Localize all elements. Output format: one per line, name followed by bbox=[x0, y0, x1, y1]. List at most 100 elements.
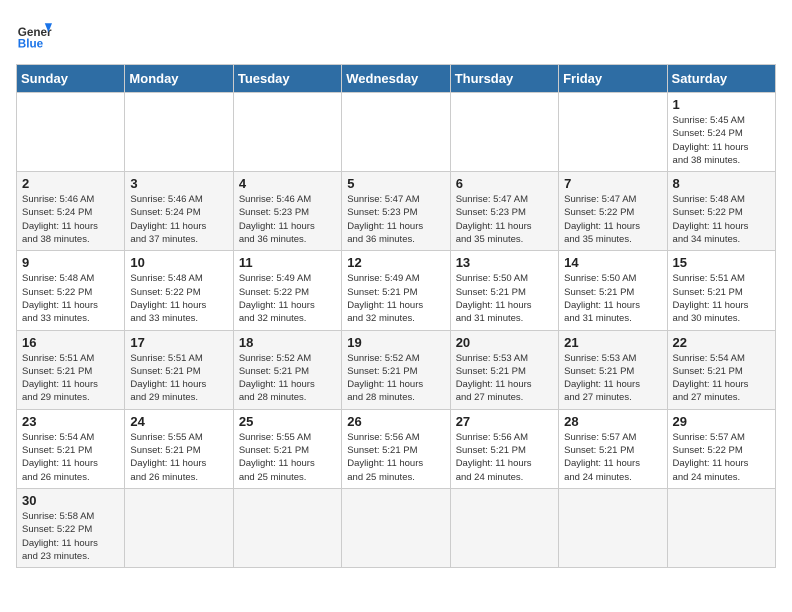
page-header: General Blue bbox=[16, 16, 776, 52]
day-info: Sunrise: 5:47 AM Sunset: 5:23 PM Dayligh… bbox=[347, 193, 444, 246]
day-number: 30 bbox=[22, 493, 119, 508]
day-number: 2 bbox=[22, 176, 119, 191]
calendar-cell-w4-d3: 18Sunrise: 5:52 AM Sunset: 5:21 PM Dayli… bbox=[233, 330, 341, 409]
day-number: 25 bbox=[239, 414, 336, 429]
calendar-cell-w1-d5 bbox=[450, 93, 558, 172]
day-info: Sunrise: 5:48 AM Sunset: 5:22 PM Dayligh… bbox=[22, 272, 119, 325]
calendar-cell-w5-d5: 27 Sunrise: 5:56 AM Sunset: 5:21 PM Dayli… bbox=[450, 409, 558, 488]
day-info: Sunrise: 5:57 AM Sunset: 5:21 PM Dayligh… bbox=[564, 431, 661, 484]
day-info: Sunrise: 5:49 AM Sunset: 5:22 PM Dayligh… bbox=[239, 272, 336, 325]
col-saturday: Saturday bbox=[667, 65, 775, 93]
day-number: 22 bbox=[673, 335, 770, 350]
col-sunday: Sunday bbox=[17, 65, 125, 93]
day-info: Sunrise: 5:52 AM Sunset: 5:21 PM Dayligh… bbox=[347, 352, 444, 405]
day-number: 8 bbox=[673, 176, 770, 191]
calendar-cell-w4-d2: 17Sunrise: 5:51 AM Sunset: 5:21 PM Dayli… bbox=[125, 330, 233, 409]
day-number: 11 bbox=[239, 255, 336, 270]
day-number: 13 bbox=[456, 255, 553, 270]
calendar-cell-w5-d6: 28 Sunrise: 5:57 AM Sunset: 5:21 PM Dayli… bbox=[559, 409, 667, 488]
day-number: 5 bbox=[347, 176, 444, 191]
calendar-cell-w5-d7: 29 Sunrise: 5:57 AM Sunset: 5:22 PM Dayli… bbox=[667, 409, 775, 488]
calendar-week-1: 1 Sunrise: 5:45 AM Sunset: 5:24 PM Daylig… bbox=[17, 93, 776, 172]
col-monday: Monday bbox=[125, 65, 233, 93]
day-info: Sunrise: 5:55 AM Sunset: 5:21 PM Dayligh… bbox=[130, 431, 227, 484]
day-number: 23 bbox=[22, 414, 119, 429]
day-info: Sunrise: 5:53 AM Sunset: 5:21 PM Dayligh… bbox=[456, 352, 553, 405]
calendar-cell-w4-d5: 20Sunrise: 5:53 AM Sunset: 5:21 PM Dayli… bbox=[450, 330, 558, 409]
calendar-cell-w4-d7: 22 Sunrise: 5:54 AM Sunset: 5:21 PM Dayli… bbox=[667, 330, 775, 409]
calendar-cell-w6-d5 bbox=[450, 488, 558, 567]
logo: General Blue bbox=[16, 16, 52, 52]
calendar-cell-w3-d3: 11 Sunrise: 5:49 AM Sunset: 5:22 PM Dayli… bbox=[233, 251, 341, 330]
calendar-cell-w3-d1: 9 Sunrise: 5:48 AM Sunset: 5:22 PM Daylig… bbox=[17, 251, 125, 330]
calendar-cell-w2-d3: 4Sunrise: 5:46 AM Sunset: 5:23 PM Daylig… bbox=[233, 172, 341, 251]
day-number: 9 bbox=[22, 255, 119, 270]
calendar-cell-w2-d1: 2Sunrise: 5:46 AM Sunset: 5:24 PM Daylig… bbox=[17, 172, 125, 251]
calendar-week-5: 23 Sunrise: 5:54 AM Sunset: 5:21 PM Dayli… bbox=[17, 409, 776, 488]
day-info: Sunrise: 5:47 AM Sunset: 5:23 PM Dayligh… bbox=[456, 193, 553, 246]
day-info: Sunrise: 5:51 AM Sunset: 5:21 PM Dayligh… bbox=[673, 272, 770, 325]
calendar-cell-w1-d7: 1 Sunrise: 5:45 AM Sunset: 5:24 PM Daylig… bbox=[667, 93, 775, 172]
day-info: Sunrise: 5:58 AM Sunset: 5:22 PM Dayligh… bbox=[22, 510, 119, 563]
day-info: Sunrise: 5:48 AM Sunset: 5:22 PM Dayligh… bbox=[673, 193, 770, 246]
day-number: 3 bbox=[130, 176, 227, 191]
day-info: Sunrise: 5:54 AM Sunset: 5:21 PM Dayligh… bbox=[22, 431, 119, 484]
calendar-cell-w1-d4 bbox=[342, 93, 450, 172]
calendar-cell-w2-d6: 7 Sunrise: 5:47 AM Sunset: 5:22 PM Daylig… bbox=[559, 172, 667, 251]
calendar-cell-w6-d2 bbox=[125, 488, 233, 567]
calendar-cell-w1-d6 bbox=[559, 93, 667, 172]
day-info: Sunrise: 5:50 AM Sunset: 5:21 PM Dayligh… bbox=[564, 272, 661, 325]
calendar-cell-w5-d4: 26Sunrise: 5:56 AM Sunset: 5:21 PM Dayli… bbox=[342, 409, 450, 488]
day-info: Sunrise: 5:46 AM Sunset: 5:23 PM Dayligh… bbox=[239, 193, 336, 246]
day-number: 26 bbox=[347, 414, 444, 429]
logo-icon: General Blue bbox=[16, 16, 52, 52]
day-info: Sunrise: 5:48 AM Sunset: 5:22 PM Dayligh… bbox=[130, 272, 227, 325]
day-number: 29 bbox=[673, 414, 770, 429]
day-number: 15 bbox=[673, 255, 770, 270]
day-info: Sunrise: 5:52 AM Sunset: 5:21 PM Dayligh… bbox=[239, 352, 336, 405]
calendar-cell-w3-d6: 14 Sunrise: 5:50 AM Sunset: 5:21 PM Dayli… bbox=[559, 251, 667, 330]
day-info: Sunrise: 5:51 AM Sunset: 5:21 PM Dayligh… bbox=[22, 352, 119, 405]
calendar-cell-w6-d7 bbox=[667, 488, 775, 567]
day-info: Sunrise: 5:50 AM Sunset: 5:21 PM Dayligh… bbox=[456, 272, 553, 325]
day-number: 6 bbox=[456, 176, 553, 191]
day-info: Sunrise: 5:46 AM Sunset: 5:24 PM Dayligh… bbox=[130, 193, 227, 246]
calendar-cell-w4-d1: 16Sunrise: 5:51 AM Sunset: 5:21 PM Dayli… bbox=[17, 330, 125, 409]
calendar-table: Sunday Monday Tuesday Wednesday Thursday… bbox=[16, 64, 776, 568]
day-number: 24 bbox=[130, 414, 227, 429]
day-info: Sunrise: 5:49 AM Sunset: 5:21 PM Dayligh… bbox=[347, 272, 444, 325]
day-number: 12 bbox=[347, 255, 444, 270]
calendar-cell-w2-d2: 3 Sunrise: 5:46 AM Sunset: 5:24 PM Daylig… bbox=[125, 172, 233, 251]
day-number: 27 bbox=[456, 414, 553, 429]
day-info: Sunrise: 5:56 AM Sunset: 5:21 PM Dayligh… bbox=[456, 431, 553, 484]
calendar-cell-w5-d1: 23 Sunrise: 5:54 AM Sunset: 5:21 PM Dayli… bbox=[17, 409, 125, 488]
calendar-cell-w5-d3: 25Sunrise: 5:55 AM Sunset: 5:21 PM Dayli… bbox=[233, 409, 341, 488]
calendar-header-row: Sunday Monday Tuesday Wednesday Thursday… bbox=[17, 65, 776, 93]
col-thursday: Thursday bbox=[450, 65, 558, 93]
day-info: Sunrise: 5:47 AM Sunset: 5:22 PM Dayligh… bbox=[564, 193, 661, 246]
day-number: 10 bbox=[130, 255, 227, 270]
calendar-cell-w6-d3 bbox=[233, 488, 341, 567]
day-number: 14 bbox=[564, 255, 661, 270]
calendar-cell-w5-d2: 24 Sunrise: 5:55 AM Sunset: 5:21 PM Dayli… bbox=[125, 409, 233, 488]
day-info: Sunrise: 5:45 AM Sunset: 5:24 PM Dayligh… bbox=[673, 114, 770, 167]
day-number: 17 bbox=[130, 335, 227, 350]
calendar-cell-w6-d4 bbox=[342, 488, 450, 567]
calendar-cell-w2-d4: 5 Sunrise: 5:47 AM Sunset: 5:23 PM Daylig… bbox=[342, 172, 450, 251]
day-info: Sunrise: 5:54 AM Sunset: 5:21 PM Dayligh… bbox=[673, 352, 770, 405]
calendar-cell-w6-d1: 30 Sunrise: 5:58 AM Sunset: 5:22 PM Dayli… bbox=[17, 488, 125, 567]
day-number: 1 bbox=[673, 97, 770, 112]
calendar-cell-w3-d7: 15 Sunrise: 5:51 AM Sunset: 5:21 PM Dayli… bbox=[667, 251, 775, 330]
calendar-cell-w2-d5: 6 Sunrise: 5:47 AM Sunset: 5:23 PM Daylig… bbox=[450, 172, 558, 251]
calendar-cell-w1-d2 bbox=[125, 93, 233, 172]
calendar-week-2: 2 Sunrise: 5:46 AM Sunset: 5:24 PM Daylig… bbox=[17, 172, 776, 251]
day-info: Sunrise: 5:57 AM Sunset: 5:22 PM Dayligh… bbox=[673, 431, 770, 484]
day-number: 7 bbox=[564, 176, 661, 191]
calendar-week-4: 16Sunrise: 5:51 AM Sunset: 5:21 PM Dayli… bbox=[17, 330, 776, 409]
day-number: 21 bbox=[564, 335, 661, 350]
day-number: 28 bbox=[564, 414, 661, 429]
calendar-cell-w3-d4: 12 Sunrise: 5:49 AM Sunset: 5:21 PM Dayli… bbox=[342, 251, 450, 330]
calendar-cell-w3-d2: 10 Sunrise: 5:48 AM Sunset: 5:22 PM Dayli… bbox=[125, 251, 233, 330]
calendar-week-6: 30 Sunrise: 5:58 AM Sunset: 5:22 PM Dayli… bbox=[17, 488, 776, 567]
calendar-cell-w1-d3 bbox=[233, 93, 341, 172]
